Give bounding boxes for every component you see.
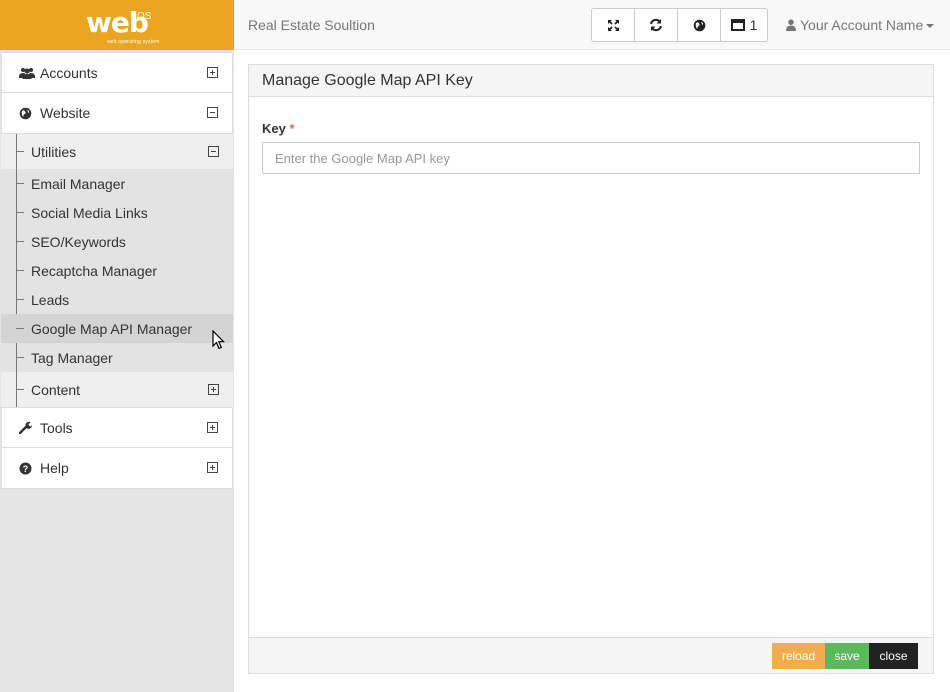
sidebar: Accounts Website Utilities Email Manager… [0, 50, 234, 692]
svg-text:?: ? [23, 464, 29, 474]
globe-icon [693, 19, 705, 31]
sidebar-item-email-manager[interactable]: Email Manager [1, 169, 233, 198]
sidebar-item-label: Tag Manager [31, 349, 113, 366]
key-label-text: Key [262, 121, 286, 136]
sidebar-item-label: Help [40, 460, 69, 476]
sidebar-item-utilities[interactable]: Utilities [1, 134, 233, 169]
globe-icon [19, 107, 35, 120]
window-count: 1 [749, 17, 758, 33]
website-button[interactable] [678, 9, 721, 41]
api-key-input[interactable] [262, 142, 920, 174]
sidebar-item-seo-keywords[interactable]: SEO/Keywords [1, 227, 233, 256]
expand-icon[interactable] [207, 462, 218, 473]
sidebar-item-social-media-links[interactable]: Social Media Links [1, 198, 233, 227]
api-key-panel: Manage Google Map API Key Key * reload s… [248, 64, 934, 674]
window-icon [730, 19, 745, 31]
logo-tagline: web operating system [107, 39, 160, 45]
tree-branch [16, 212, 24, 213]
caret-down-icon [926, 23, 935, 28]
sidebar-item-label: SEO/Keywords [31, 233, 126, 250]
fullscreen-icon [607, 19, 619, 31]
sidebar-item-label: Email Manager [31, 175, 126, 192]
sidebar-item-label: Tools [40, 419, 73, 436]
tree-branch [16, 241, 24, 242]
sidebar-item-accounts[interactable]: Accounts [1, 52, 233, 93]
reload-button[interactable]: reload [772, 643, 825, 669]
sidebar-item-tag-manager[interactable]: Tag Manager [1, 343, 233, 372]
tree-branch [16, 328, 24, 329]
tree-branch [16, 183, 24, 184]
logo[interactable]: web OS web operating system [0, 0, 234, 50]
tree-branch [16, 151, 24, 152]
app-title: Real Estate Soultion [248, 17, 375, 33]
question-circle-icon: ? [19, 462, 35, 475]
refresh-icon [650, 18, 662, 32]
panel-footer: reload save close [249, 637, 933, 673]
expand-icon[interactable] [207, 67, 218, 78]
website-submenu: Utilities Email Manager Social Media Lin… [1, 134, 233, 420]
sidebar-item-content[interactable]: Content [1, 372, 233, 407]
mouse-cursor-icon [212, 330, 225, 350]
sidebar-item-label: Accounts [40, 64, 98, 81]
sidebar-item-label: Recaptcha Manager [31, 262, 158, 279]
collapse-icon[interactable] [208, 146, 219, 157]
user-icon [786, 19, 796, 31]
key-label: Key * [262, 121, 920, 136]
tree-branch [16, 299, 24, 300]
wrench-icon [19, 421, 35, 434]
sidebar-item-label: Website [40, 105, 91, 121]
tree-branch [16, 389, 24, 390]
users-icon [19, 67, 35, 79]
expand-icon[interactable] [207, 422, 218, 433]
top-navbar: Real Estate Soultion 1 Your Account Name [234, 0, 950, 50]
sidebar-menu: Accounts Website Utilities Email Manager… [1, 52, 233, 489]
toolbar-button-group: 1 [591, 8, 768, 42]
sidebar-item-label: Leads [31, 291, 70, 308]
account-name: Your Account Name [800, 17, 924, 33]
windows-button[interactable]: 1 [721, 9, 767, 41]
utilities-submenu: Email Manager Social Media Links SEO/Key… [1, 169, 233, 372]
sidebar-item-label: Social Media Links [31, 204, 148, 221]
panel-title: Manage Google Map API Key [249, 65, 933, 97]
sidebar-item-website[interactable]: Website [1, 93, 233, 134]
tree-branch [16, 357, 24, 358]
sidebar-item-label: Utilities [31, 143, 77, 160]
panel-body: Key * [249, 97, 933, 198]
tree-branch [16, 270, 24, 271]
sidebar-item-leads[interactable]: Leads [1, 285, 233, 314]
sidebar-item-recaptcha-manager[interactable]: Recaptcha Manager [1, 256, 233, 285]
sidebar-item-google-map-api-manager[interactable]: Google Map API Manager [1, 314, 233, 343]
logo-superscript: OS [137, 11, 152, 22]
required-mark: * [289, 121, 295, 136]
close-button[interactable]: close [869, 643, 918, 669]
sidebar-item-help[interactable]: ? Help [1, 448, 233, 489]
collapse-icon[interactable] [207, 107, 218, 118]
refresh-button[interactable] [635, 9, 678, 41]
sidebar-item-label: Google Map API Manager [31, 320, 193, 337]
expand-icon[interactable] [208, 384, 219, 395]
sidebar-item-label: Content [31, 381, 81, 398]
footer-buttons: reload save close [772, 643, 918, 669]
sidebar-item-tools[interactable]: Tools [1, 407, 233, 448]
save-button[interactable]: save [825, 643, 869, 669]
account-menu[interactable]: Your Account Name [786, 17, 935, 33]
fullscreen-button[interactable] [592, 9, 635, 41]
